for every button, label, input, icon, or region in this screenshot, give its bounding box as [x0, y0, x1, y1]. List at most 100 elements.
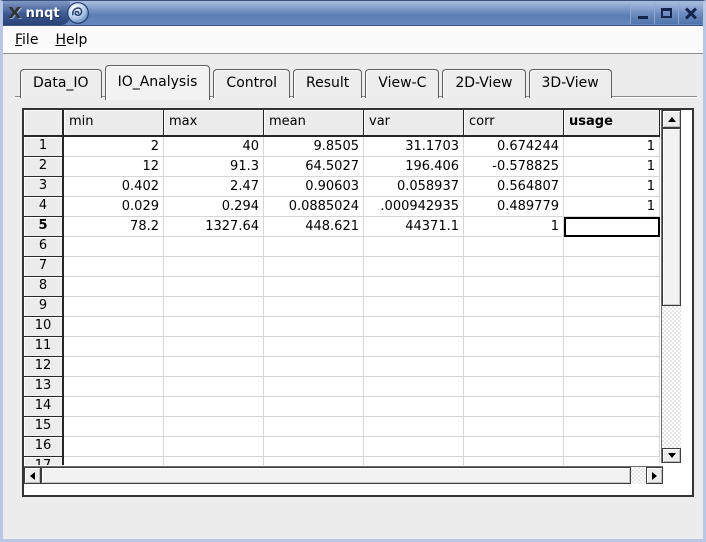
cell[interactable] [364, 277, 464, 297]
cell[interactable] [64, 397, 164, 417]
cell[interactable] [464, 277, 564, 297]
column-header-mean[interactable]: mean [264, 110, 364, 137]
column-header-min[interactable]: min [64, 110, 164, 137]
row-header[interactable]: 8 [24, 277, 64, 297]
row-header[interactable]: 12 [24, 357, 64, 377]
cell[interactable] [164, 417, 264, 437]
maximize-button[interactable] [654, 3, 678, 24]
cell[interactable] [64, 277, 164, 297]
tab-result[interactable]: Result [293, 69, 362, 98]
cell[interactable] [164, 257, 264, 277]
row-header[interactable]: 2 [24, 157, 64, 177]
cell[interactable] [464, 377, 564, 397]
row-header[interactable]: 15 [24, 417, 64, 437]
cell[interactable] [64, 317, 164, 337]
cell[interactable] [364, 457, 464, 465]
cell[interactable] [64, 257, 164, 277]
cell[interactable] [264, 297, 364, 317]
menu-item-file[interactable]: File [10, 30, 43, 50]
cell[interactable]: 2.47 [164, 177, 264, 197]
cell[interactable] [364, 437, 464, 457]
cell[interactable]: 64.5027 [264, 157, 364, 177]
cell[interactable] [564, 377, 660, 397]
cell[interactable]: 0.294 [164, 197, 264, 217]
cell[interactable]: 1 [564, 197, 660, 217]
cell[interactable] [464, 457, 564, 465]
table-corner-header[interactable] [24, 110, 64, 137]
scroll-down-button[interactable] [662, 448, 681, 463]
row-header[interactable]: 1 [24, 137, 64, 157]
row-header[interactable]: 4 [24, 197, 64, 217]
cell[interactable] [564, 417, 660, 437]
cell[interactable] [264, 337, 364, 357]
minimize-button[interactable] [630, 3, 654, 24]
cell[interactable]: 1 [564, 157, 660, 177]
titlebar[interactable]: X nnqt [3, 1, 703, 26]
cell[interactable] [164, 237, 264, 257]
cell[interactable]: 0.489779 [464, 197, 564, 217]
row-header[interactable]: 16 [24, 437, 64, 457]
cell[interactable]: 1 [564, 137, 660, 157]
cell[interactable] [164, 377, 264, 397]
cell[interactable] [564, 237, 660, 257]
cell[interactable] [64, 237, 164, 257]
cell[interactable] [564, 437, 660, 457]
tab-data-io[interactable]: Data_IO [20, 69, 102, 98]
cell[interactable] [264, 377, 364, 397]
cell[interactable] [364, 337, 464, 357]
tab-io-analysis[interactable]: IO_Analysis [105, 65, 211, 100]
cell[interactable] [564, 257, 660, 277]
vertical-scrollbar-thumb[interactable] [662, 128, 681, 306]
row-header[interactable]: 17 [24, 457, 64, 465]
cell[interactable] [264, 397, 364, 417]
vertical-scrollbar[interactable] [661, 110, 681, 463]
row-header[interactable]: 14 [24, 397, 64, 417]
cell[interactable] [164, 337, 264, 357]
cell[interactable]: 0.564807 [464, 177, 564, 197]
cell[interactable] [164, 277, 264, 297]
cell[interactable] [564, 357, 660, 377]
row-header[interactable]: 7 [24, 257, 64, 277]
cell[interactable] [64, 357, 164, 377]
cell[interactable]: 0.029 [64, 197, 164, 217]
cell[interactable] [564, 277, 660, 297]
tab-view-c[interactable]: View-C [365, 69, 439, 98]
column-header-max[interactable]: max [164, 110, 264, 137]
column-header-corr[interactable]: corr [464, 110, 564, 137]
cell[interactable] [464, 357, 564, 377]
cell[interactable] [364, 357, 464, 377]
cell[interactable] [464, 337, 564, 357]
cell[interactable] [64, 297, 164, 317]
cell[interactable] [264, 277, 364, 297]
cell[interactable] [364, 397, 464, 417]
column-header-var[interactable]: var [364, 110, 464, 137]
cell[interactable] [464, 417, 564, 437]
cell[interactable] [264, 357, 364, 377]
cell[interactable]: 12 [64, 157, 164, 177]
cell[interactable]: .000942935 [364, 197, 464, 217]
cell[interactable] [364, 317, 464, 337]
cell[interactable]: 1327.64 [164, 217, 264, 237]
cell[interactable] [64, 337, 164, 357]
cell[interactable] [464, 397, 564, 417]
scroll-right-button[interactable] [646, 467, 663, 484]
cell[interactable] [364, 377, 464, 397]
cell[interactable] [464, 297, 564, 317]
cell[interactable]: 0.0885024 [264, 197, 364, 217]
scroll-left-button[interactable] [24, 467, 41, 484]
cell[interactable]: 31.1703 [364, 137, 464, 157]
cell[interactable] [564, 317, 660, 337]
cell[interactable] [364, 237, 464, 257]
tab-2d-view[interactable]: 2D-View [442, 69, 525, 98]
cell[interactable]: 0.674244 [464, 137, 564, 157]
cell[interactable]: 9.8505 [264, 137, 364, 157]
cell[interactable] [264, 457, 364, 465]
cell[interactable] [464, 437, 564, 457]
cell[interactable]: 196.406 [364, 157, 464, 177]
cell[interactable] [264, 317, 364, 337]
cell[interactable] [164, 437, 264, 457]
cell[interactable]: 0.058937 [364, 177, 464, 197]
cell[interactable] [64, 457, 164, 465]
cell[interactable] [64, 417, 164, 437]
cell[interactable] [164, 457, 264, 465]
